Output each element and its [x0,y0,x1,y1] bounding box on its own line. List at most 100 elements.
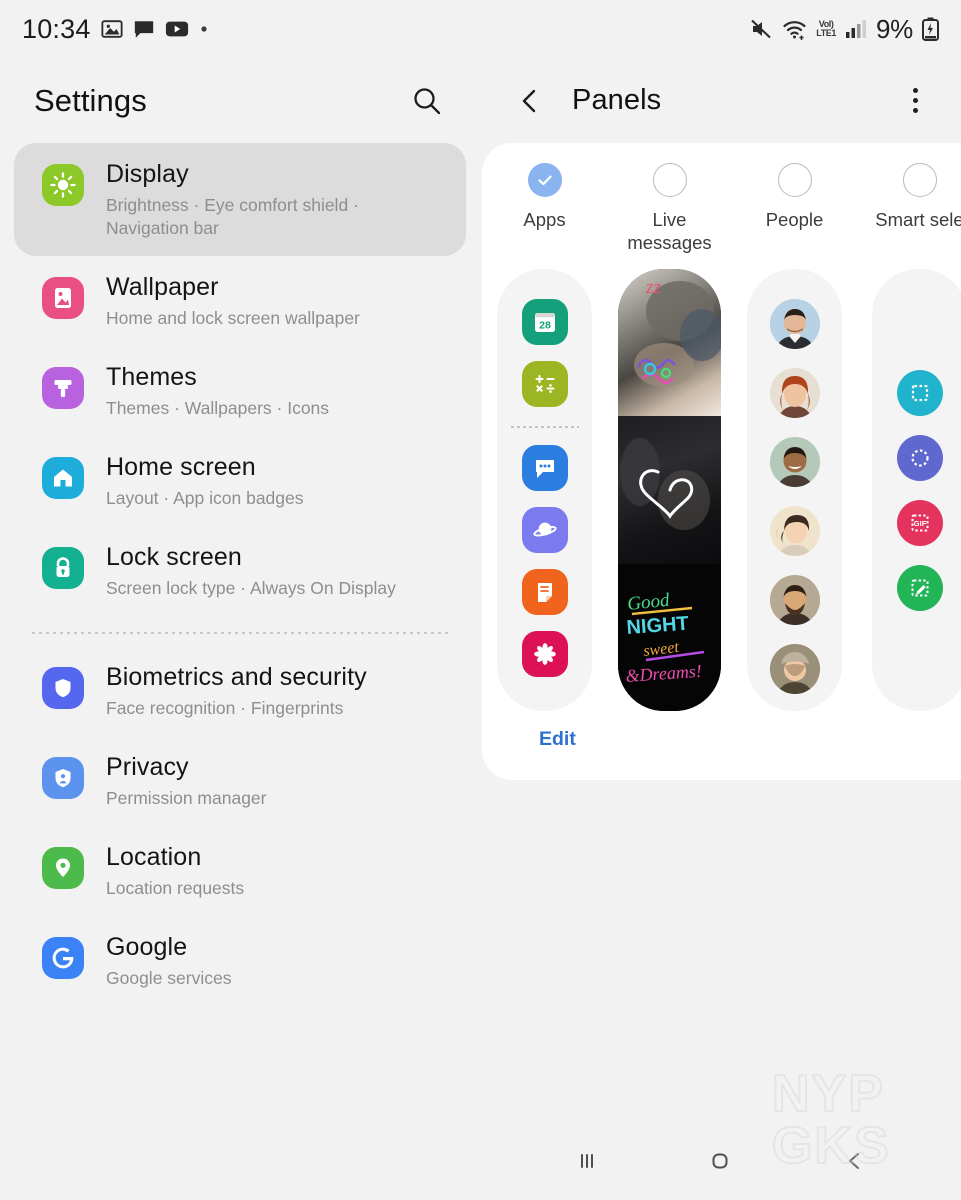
panels-card: Apps Live messages People Smart sele 28 … [482,143,961,780]
preview-col-people [732,269,857,714]
sidebar-item-subtitle: Permission manager [106,788,267,808]
chevron-left-icon[interactable] [510,81,550,121]
wifi-icon [783,21,806,40]
panels-title: Panels [572,84,662,116]
messages-icon [521,445,568,491]
sidebar-item-location[interactable]: Location Location requests [14,826,466,916]
panels-header: Panels [480,58,961,143]
section-divider [32,632,448,634]
sidebar-item-text: Privacy Permission manager [106,752,266,810]
sidebar-item-text: Themes Themes · Wallpapers · Icons [106,362,329,420]
svg-text:NIGHT: NIGHT [626,612,690,638]
settings-pane: Settings Display Brightness · Eye comfor… [0,58,480,1200]
sidebar-item-title: Privacy [106,753,189,781]
gallery-icon [101,20,123,38]
sidebar-item-subtitle: Screen lock type · Always On Display [106,578,396,598]
check-icon [527,163,562,197]
sidebar-item-subtitle: Brightness · Eye comfort shield · Naviga… [106,195,359,238]
more-vertical-icon[interactable] [895,78,935,124]
picture-icon [42,277,84,319]
rectangle-select-icon [896,369,943,416]
sidebar-item-themes[interactable]: Themes Themes · Wallpapers · Icons [14,346,466,436]
sidebar-item-subtitle: Face recognition · Fingerprints [106,698,344,718]
home-circle-icon[interactable] [690,1131,750,1191]
recents-icon[interactable] [557,1131,617,1191]
sidebar-item-subtitle: Location requests [106,878,245,898]
sidebar-item-subtitle: Google services [106,968,232,988]
live-message-thumb-goodnight: Good NIGHT sweet &Dreams! [618,563,721,711]
radio-circle-icon [777,163,812,197]
sidebar-item-display[interactable]: Display Brightness · Eye comfort shield … [14,143,466,256]
tab-smart-select[interactable]: Smart sele [857,163,961,259]
calendar-icon: 28 [521,299,568,345]
notes-icon [521,569,568,615]
sidebar-item-lock-screen[interactable]: Lock screen Screen lock type · Always On… [14,526,466,616]
live-messages-panel-preview[interactable]: zz Good NIGHT sweet &Dreams! [618,269,721,711]
radio-circle-icon [902,163,937,197]
volte-icon: VoI) LTE1 [816,20,836,38]
map-pin-icon [42,847,84,889]
panels-pane: Panels Apps Live messages People Smart s… [480,58,961,1200]
status-clock: 10:34 [22,13,91,44]
volte-line-2: LTE1 [816,28,837,38]
people-panel-preview[interactable] [747,269,842,711]
google-g-icon [42,937,84,979]
youtube-icon [165,21,188,37]
pin-write-icon [896,564,943,611]
battery-percentage: 9% [876,13,913,44]
settings-header: Settings [0,58,480,143]
sidebar-item-title: Biometrics and security [106,663,367,691]
sidebar-item-subtitle: Layout · App icon badges [106,488,304,508]
radio-circle-icon [652,163,687,197]
avatar-man-beard [769,575,820,625]
panel-previews: 28 zz Good NIGHT sweet &Dreams! GIF [482,269,961,714]
tab-label: Smart sele [875,209,961,230]
apps-panel-preview[interactable]: 28 [497,269,592,711]
sidebar-item-biometrics-and-security[interactable]: Biometrics and security Face recognition… [14,646,466,736]
sidebar-item-privacy[interactable]: Privacy Permission manager [14,736,466,826]
paintbrush-icon [42,367,84,409]
sidebar-item-wallpaper[interactable]: Wallpaper Home and lock screen wallpaper [14,256,466,346]
sidebar-item-title: Themes [106,363,197,391]
live-message-thumb-pug: zz [618,269,721,417]
tab-live-messages[interactable]: Live messages [607,163,732,259]
sidebar-item-text: Google Google services [106,932,231,990]
search-icon[interactable] [404,78,450,124]
sidebar-item-text: Biometrics and security Face recognition… [106,662,367,720]
svg-text:GIF: GIF [913,519,926,528]
sidebar-item-title: Lock screen [106,543,242,571]
lock-icon [42,547,84,589]
sidebar-item-title: Location [106,843,202,871]
status-bar-right: VoI) LTE1 9% [749,14,939,45]
gallery-flower-icon [521,631,568,677]
sidebar-item-google[interactable]: Google Google services [14,916,466,1006]
more-dot [912,108,918,113]
avatar-woman-short-hair [769,506,820,556]
panel-tabs: Apps Live messages People Smart sele [482,163,961,259]
page-title: Settings [34,82,147,118]
sidebar-item-home-screen[interactable]: Home screen Layout · App icon badges [14,436,466,526]
avatar-woman-hat [769,644,820,694]
sidebar-item-text: Home screen Layout · App icon badges [106,452,304,510]
oval-select-icon [896,434,943,481]
tab-people[interactable]: People [732,163,857,259]
more-dot [912,98,918,103]
preview-col-apps: 28 [482,269,607,714]
back-chevron-icon[interactable] [824,1131,884,1191]
tab-label: Live messages [627,209,712,253]
battery-icon [922,17,939,41]
sidebar-item-subtitle: Home and lock screen wallpaper [106,308,360,328]
sidebar-item-title: Home screen [106,453,256,481]
home-icon [42,457,84,499]
shield-icon [42,667,84,709]
gif-select-icon: GIF [896,499,943,546]
smart-select-panel-preview[interactable]: GIF [872,269,961,711]
edit-button[interactable]: Edit [539,728,576,751]
phone-screen: 10:34 VoI) LTE1 9% Settings Display Brig… [0,0,961,1200]
tab-apps[interactable]: Apps [482,163,607,259]
svg-text:zz: zz [645,277,661,298]
sidebar-item-title: Google [106,933,188,961]
status-bar-left: 10:34 [22,14,209,45]
preview-col-live-messages: zz Good NIGHT sweet &Dreams! [607,269,732,714]
avatar-man-smiling [769,437,820,487]
